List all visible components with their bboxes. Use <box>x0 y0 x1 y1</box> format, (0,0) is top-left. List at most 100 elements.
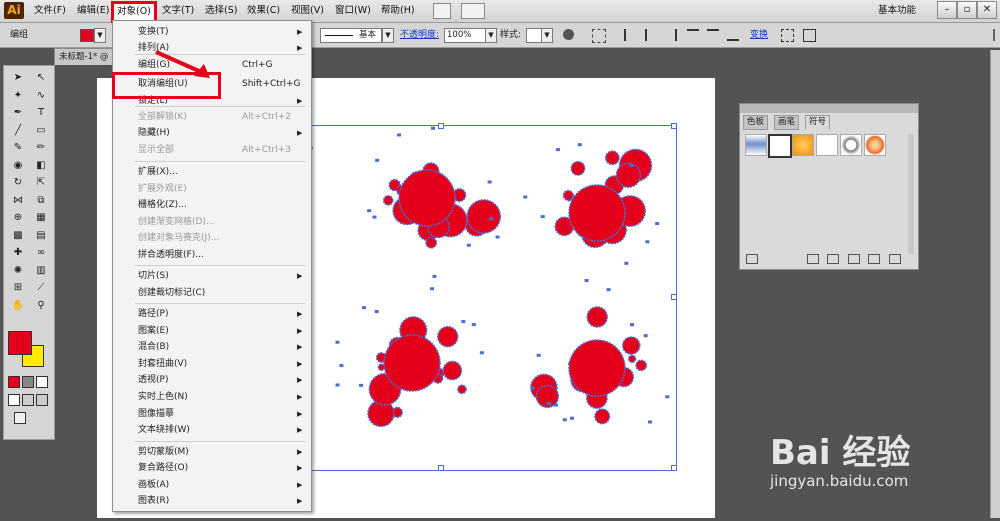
artboard-tool-icon[interactable]: ⊞ <box>8 280 28 296</box>
object-menu-item[interactable]: 图像描摹 ▶ <box>113 406 311 422</box>
object-menu-item[interactable]: 栅格化(Z)... <box>113 197 311 213</box>
rectangle-tool-icon[interactable]: ▭ <box>31 123 51 139</box>
symbol-swatch[interactable] <box>816 134 838 156</box>
arrange-documents-button[interactable] <box>461 3 485 19</box>
object-menu-item[interactable]: 路径(P) ▶ <box>113 306 311 322</box>
align-middle-icon[interactable] <box>707 29 719 41</box>
symbol-swatch[interactable] <box>792 134 814 156</box>
transform-link[interactable]: 变换 <box>750 28 768 42</box>
slice-tool-icon[interactable]: ⟋ <box>31 280 51 296</box>
chevron-down-icon[interactable]: ▼ <box>485 28 497 43</box>
draw-normal-icon[interactable] <box>8 394 20 406</box>
color-mode-icon[interactable] <box>8 376 20 388</box>
menu-select[interactable]: 选择(S) <box>205 4 237 18</box>
tab-brushes[interactable]: 画笔 <box>774 115 800 130</box>
gradient-mode-icon[interactable] <box>22 376 34 388</box>
gradient-tool-icon[interactable]: ▤ <box>31 228 51 244</box>
eyedropper-tool-icon[interactable]: ✚ <box>8 245 28 261</box>
place-symbol-icon[interactable] <box>807 254 819 264</box>
symbol-swatch[interactable] <box>768 134 792 158</box>
menu-view[interactable]: 视图(V) <box>291 4 324 18</box>
object-menu-item[interactable]: 扩展(X)... <box>113 164 311 180</box>
hand-tool-icon[interactable]: ✋ <box>8 298 28 314</box>
pen-tool-icon[interactable]: ✒ <box>8 105 28 121</box>
align-bottom-icon[interactable] <box>727 29 739 41</box>
selection-handle[interactable] <box>671 294 677 300</box>
zoom-tool-icon[interactable]: ⚲ <box>31 298 51 314</box>
align-top-icon[interactable] <box>687 29 699 41</box>
tab-swatches[interactable]: 色板 <box>743 115 769 130</box>
stroke-profile-select[interactable]: 基本 <box>320 28 382 43</box>
type-tool-icon[interactable]: T <box>31 105 51 121</box>
selection-tool-icon[interactable]: ➤ <box>8 70 28 86</box>
new-symbol-icon[interactable] <box>868 254 880 264</box>
symbol-sprayer-tool-icon[interactable]: ✺ <box>8 263 28 279</box>
close-button[interactable]: ✕ <box>977 1 997 19</box>
align-to-selection-icon[interactable] <box>592 29 606 43</box>
object-menu-item[interactable]: 切片(S) ▶ <box>113 268 311 284</box>
panel-menu-icon[interactable] <box>985 29 995 41</box>
symbol-swatch[interactable] <box>745 134 767 156</box>
chevron-down-icon[interactable]: ▼ <box>382 28 394 43</box>
draw-inside-icon[interactable] <box>36 394 48 406</box>
width-tool-icon[interactable]: ⋈ <box>8 193 28 209</box>
paintbrush-tool-icon[interactable]: ✎ <box>8 140 28 156</box>
pencil-tool-icon[interactable]: ✏ <box>31 140 51 156</box>
menu-window[interactable]: 窗口(W) <box>335 4 371 18</box>
object-menu-item[interactable]: 隐藏(H) ▶ <box>113 125 311 141</box>
blob-brush-tool-icon[interactable]: ◉ <box>8 158 28 174</box>
object-menu-item[interactable]: 变换(T) ▶ <box>113 24 311 40</box>
graphic-style-swatch[interactable] <box>526 28 542 43</box>
restore-button[interactable]: ▫ <box>957 1 977 19</box>
object-menu-item[interactable]: 复合路径(O) ▶ <box>113 460 311 476</box>
object-menu-item[interactable]: 创建裁切标记(C) <box>113 285 311 301</box>
menu-file[interactable]: 文件(F) <box>34 4 66 18</box>
object-menu-item[interactable]: 实时上色(N) ▶ <box>113 389 311 405</box>
direct-selection-tool-icon[interactable]: ↖ <box>31 70 51 86</box>
align-left-icon[interactable] <box>624 29 636 41</box>
object-menu-item[interactable]: 图表(R) ▶ <box>113 493 311 509</box>
scale-tool-icon[interactable]: ⇱ <box>31 175 51 191</box>
isolate-group-icon[interactable] <box>781 29 794 42</box>
object-menu-item[interactable]: 封套扭曲(V) ▶ <box>113 356 311 372</box>
lasso-tool-icon[interactable]: ∿ <box>31 88 51 104</box>
symbol-swatch[interactable] <box>840 134 862 156</box>
scrollbar[interactable] <box>908 134 914 254</box>
object-menu-item[interactable]: 混合(B) ▶ <box>113 339 311 355</box>
menu-edit[interactable]: 编辑(E) <box>77 4 109 18</box>
trash-icon[interactable] <box>889 254 901 264</box>
selection-handle[interactable] <box>671 465 677 471</box>
object-menu-item[interactable]: 画板(A) ▶ <box>113 477 311 493</box>
free-transform-tool-icon[interactable]: ⧉ <box>31 193 51 209</box>
tab-symbols[interactable]: 符号 <box>805 115 831 130</box>
rotate-tool-icon[interactable]: ↻ <box>8 175 28 191</box>
draw-behind-icon[interactable] <box>22 394 34 406</box>
workspace-switcher[interactable]: 基本功能 <box>878 4 916 18</box>
bridge-button[interactable] <box>433 3 451 19</box>
selection-handle[interactable] <box>671 123 677 129</box>
opacity-link[interactable]: 不透明度: <box>400 28 439 42</box>
menu-type[interactable]: 文字(T) <box>162 4 194 18</box>
blend-tool-icon[interactable]: ∞ <box>31 245 51 261</box>
opacity-input[interactable]: 100% <box>444 28 488 43</box>
none-mode-icon[interactable] <box>36 376 48 388</box>
menu-help[interactable]: 帮助(H) <box>381 4 415 18</box>
symbol-library-icon[interactable] <box>746 254 758 264</box>
object-menu-item[interactable]: 图案(E) ▶ <box>113 323 311 339</box>
symbol-options-icon[interactable] <box>848 254 860 264</box>
screen-mode-icon[interactable] <box>14 412 26 424</box>
selection-handle[interactable] <box>438 123 444 129</box>
align-right-icon[interactable] <box>665 29 677 41</box>
object-menu-item[interactable]: 透视(P) ▶ <box>113 372 311 388</box>
transform-icon[interactable] <box>803 29 816 42</box>
panel-title-bar[interactable] <box>740 104 918 113</box>
object-menu-item[interactable]: 文本绕排(W) ▶ <box>113 422 311 438</box>
chevron-down-icon[interactable]: ▼ <box>94 28 106 43</box>
line-tool-icon[interactable]: ╱ <box>8 123 28 139</box>
menu-effect[interactable]: 效果(C) <box>247 4 280 18</box>
mesh-tool-icon[interactable]: ▩ <box>8 228 28 244</box>
right-panel-dock[interactable] <box>990 50 1000 518</box>
object-menu-item[interactable]: 拼合透明度(F)... <box>113 247 311 263</box>
fill-swatch[interactable] <box>80 29 94 42</box>
recolor-artwork-icon[interactable] <box>563 29 574 40</box>
